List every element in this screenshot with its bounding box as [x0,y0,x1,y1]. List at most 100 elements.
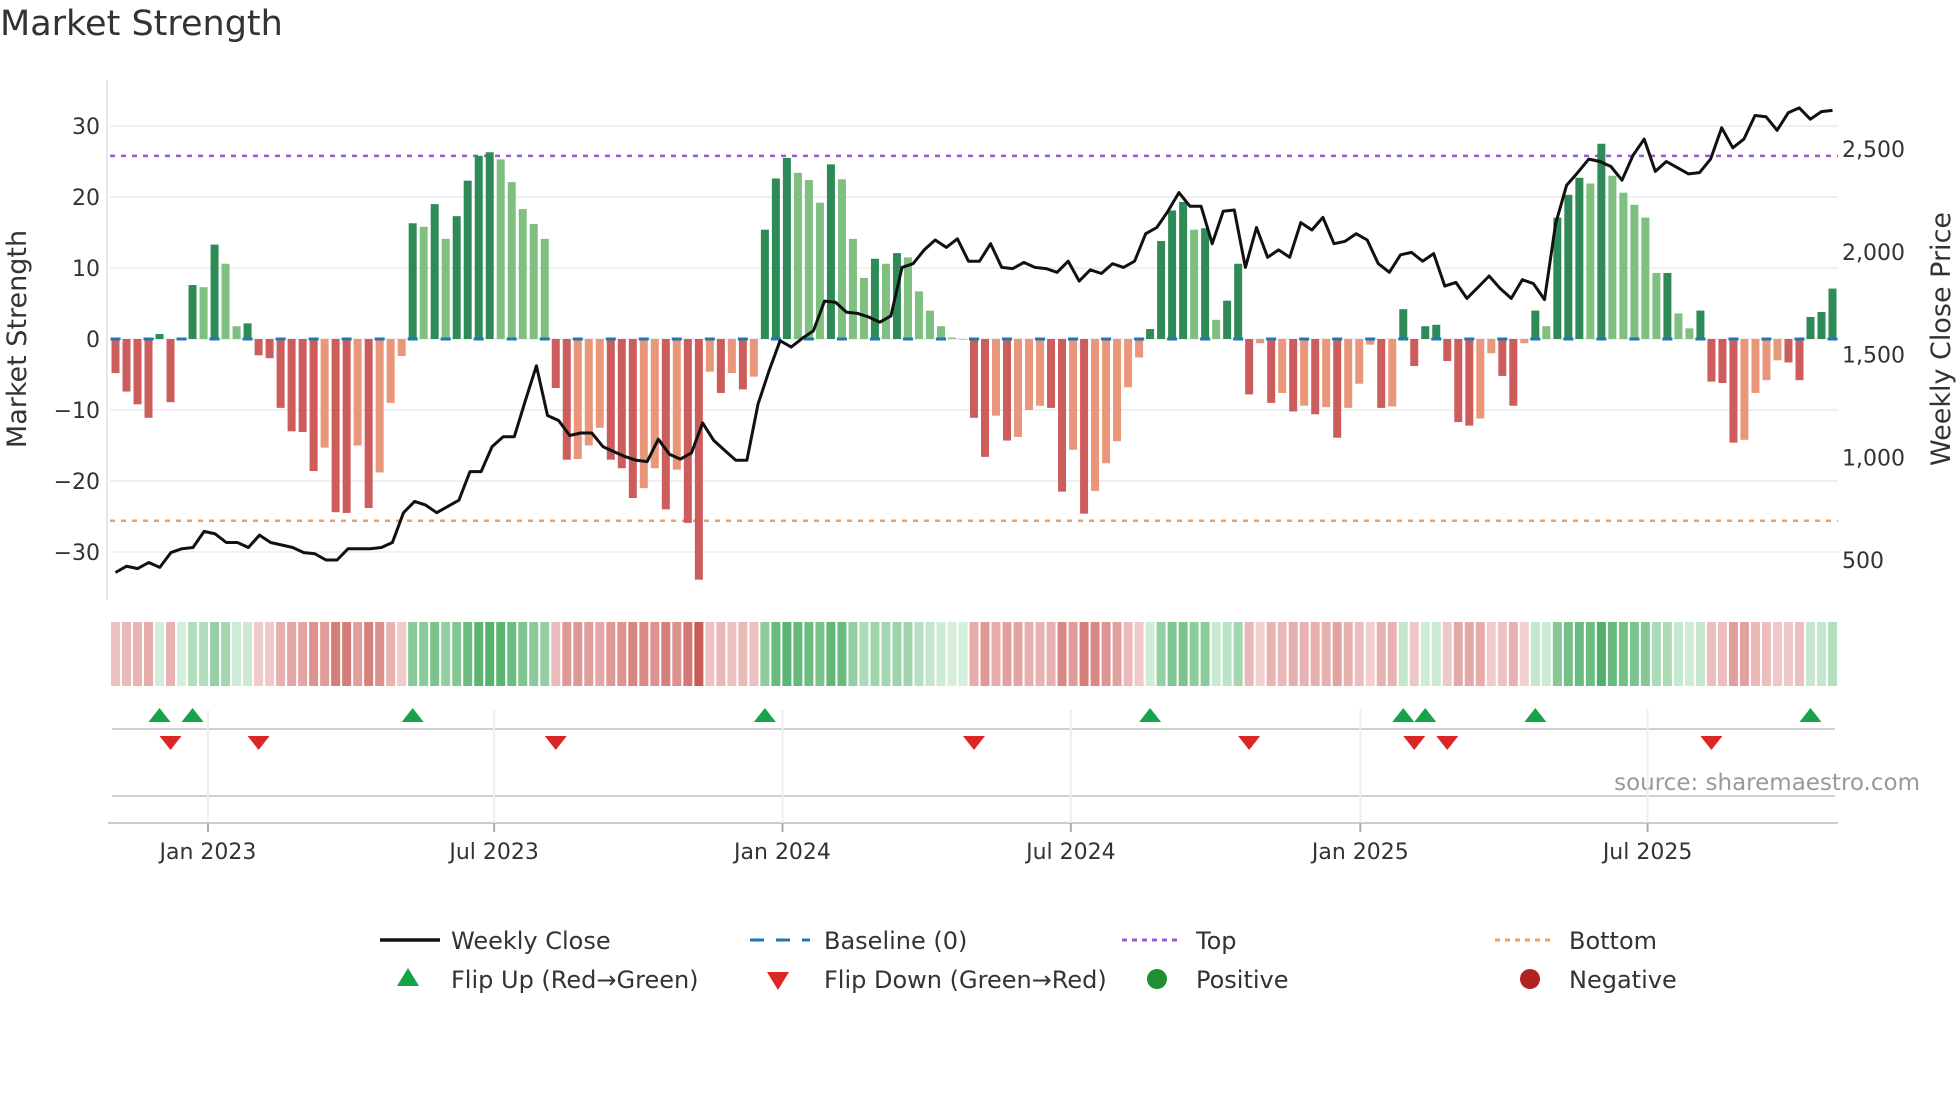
strength-bar [1806,316,1815,339]
strip-cell [1057,622,1067,686]
strength-bar [1784,339,1793,363]
flip-down-marker [544,736,567,750]
strip-cell [1629,622,1639,686]
strength-bar [1135,339,1144,358]
strip-cell [1035,622,1045,686]
strength-bar [386,339,395,403]
strength-bar [265,339,274,359]
strength-bar [859,277,868,339]
strip-cell [1090,622,1100,686]
y-tick-label: 0 [86,328,100,353]
strip-cell [342,622,352,686]
strength-bar [1212,319,1221,339]
strip-cell [859,622,869,686]
strip-cell [584,622,594,686]
flip-up-marker [1524,708,1547,722]
y2-tick-label: 1,000 [1842,446,1905,471]
strip-cell [716,622,726,686]
strength-bar [1762,339,1771,381]
strength-bar [1080,339,1089,514]
strip-cell [1497,622,1507,686]
legend-label-positive: Positive [1196,966,1289,994]
strength-bar [1124,339,1133,388]
strength-bar [1663,272,1672,339]
strip-cell [628,622,638,686]
strip-cell [738,622,748,686]
strength-bar [1179,201,1188,339]
strip-cell [1332,622,1342,686]
strip-cell [1739,622,1749,686]
strip-cell [199,622,209,686]
y-tick-label: −30 [54,541,100,566]
strip-cell [826,622,836,686]
strip-cell [760,622,770,686]
strength-bar [155,334,164,339]
strength-bar [947,337,956,339]
flip-up-marker [753,708,776,722]
strength-bar [298,339,307,433]
flip-down-marker [1700,736,1723,750]
strip-cell [782,622,792,686]
strength-bar [914,291,923,339]
strip-cell [1002,622,1012,686]
strength-bar [749,339,758,377]
strip-cell [969,622,979,686]
strength-bar [716,339,725,393]
strength-bar [1707,339,1716,382]
strength-bar [144,339,153,418]
strength-bar [661,339,670,510]
strip-cell [1607,622,1617,686]
strip-cell [771,622,781,686]
strength-bar [1795,339,1804,381]
strength-bar [1828,288,1837,339]
strength-bar [133,339,142,405]
strength-bar [1586,183,1595,339]
strength-bar [287,339,296,432]
strip-cell [287,622,297,686]
strength-bar [397,339,406,357]
strip-cell [595,622,605,686]
y-tick-label: 30 [72,115,100,140]
strip-cell [925,622,935,686]
strip-cell [1222,622,1232,686]
strip-cell [1321,622,1331,686]
strip-cell [1046,622,1056,686]
strength-bar [1476,339,1485,419]
flip-up-marker [1139,708,1162,722]
strength-bar [1421,326,1430,339]
strip-cell [232,622,242,686]
strip-cell [320,622,330,686]
strip-cell [1519,622,1529,686]
strength-bar [551,339,560,388]
strength-bar [188,285,197,339]
strip-cell [463,622,473,686]
y-tick-label: 20 [72,186,100,211]
strip-cell [705,622,715,686]
strength-bar [309,339,318,472]
strip-cell [1079,622,1089,686]
strip-cell [1453,622,1463,686]
strength-bar [1311,339,1320,415]
strip-cell [1354,622,1364,686]
strength-bar [199,287,208,339]
strip-cell [1706,622,1716,686]
strength-bar [958,339,967,340]
strip-cell [815,622,825,686]
strip-cell [947,622,957,686]
strip-cell [1585,622,1595,686]
strip-cell [386,622,396,686]
strip-cell [1717,622,1727,686]
strength-bar [1520,339,1529,344]
strength-bar [1003,339,1012,441]
strip-cell [1398,622,1408,686]
strip-cell [507,622,517,686]
strength-bar [1168,210,1177,339]
strip-cell [221,622,231,686]
strength-bar [1740,339,1749,440]
strip-cell [1409,622,1419,686]
strength-bar [507,182,516,339]
strip-cell [298,622,308,686]
flip-down-marker [247,736,270,750]
strength-bar [1729,339,1738,443]
strip-cell [1816,622,1826,686]
